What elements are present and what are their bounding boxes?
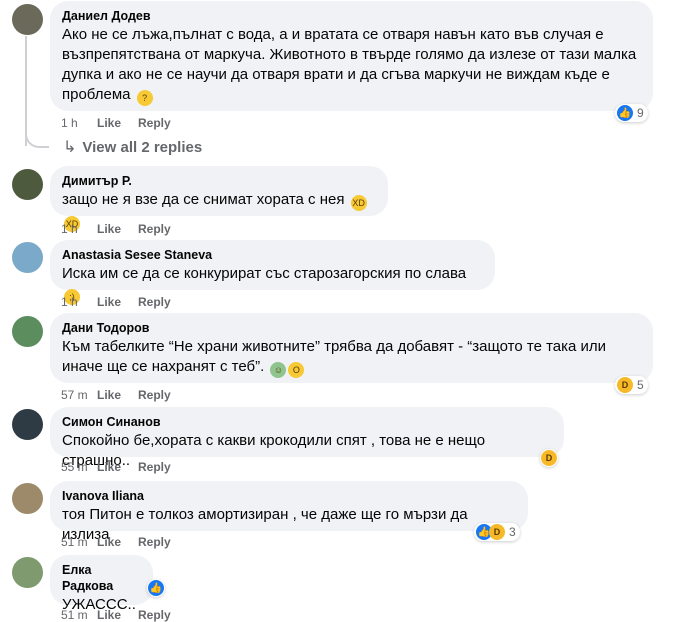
comment-time[interactable]: 1 h — [61, 295, 97, 309]
comment-bubble: Anastasia Sesee Staneva Иска им се да се… — [50, 240, 495, 305]
comment-actions: 1 h Like Reply — [61, 222, 171, 236]
comment-bubble: Даниел Додев Ако не се лъжа,пълнат с вод… — [50, 1, 653, 111]
comment-time[interactable]: 1 h — [61, 222, 97, 236]
reaction-count: 5 — [637, 378, 644, 392]
comment-actions: 1 h Like Reply — [61, 116, 171, 130]
comment-author[interactable]: Ivanova Iliana — [62, 488, 516, 504]
comment-bubble: Ivanova Iliana тоя Питон е толкоз аморти… — [50, 481, 528, 543]
reaction-summary[interactable]: D 5 — [615, 376, 648, 394]
comment-bubble: Димитър Р. защо не я взе да се снимат хо… — [50, 166, 388, 232]
comment-text-content: защо не я взе да се снимат хората с нея — [62, 191, 345, 208]
comment-text-content: Иска им се да се конкурират със старозаг… — [62, 265, 467, 282]
haha-reaction-icon: D — [489, 524, 505, 540]
like-reaction-icon: 👍 — [617, 105, 633, 121]
comment-time[interactable]: 57 m — [61, 388, 97, 402]
comment-author[interactable]: Даниел Додев — [62, 8, 641, 24]
like-button[interactable]: Like — [97, 388, 121, 402]
reply-button[interactable]: Reply — [138, 608, 171, 622]
comment-author[interactable]: Симон Синанов — [62, 414, 552, 430]
like-button[interactable]: Like — [97, 116, 121, 130]
reply-button[interactable]: Reply — [138, 460, 171, 474]
reaction-summary[interactable]: 👍 — [147, 579, 165, 597]
comment-text-content: Към табелките “Не храни животните” трябв… — [62, 338, 607, 375]
comment-actions: 55 m Like Reply — [61, 460, 171, 474]
reply-button[interactable]: Reply — [138, 116, 171, 130]
avatar[interactable] — [12, 169, 43, 200]
reply-button[interactable]: Reply — [138, 388, 171, 402]
reply-thread-curve — [25, 126, 49, 148]
comment-bubble: Елка Радкова УЖАССС.. — [50, 555, 153, 613]
rofl-emoji-icon: XD — [350, 195, 367, 211]
comment-text: Към табелките “Не храни животните” трябв… — [62, 337, 641, 378]
avatar[interactable] — [12, 409, 43, 440]
like-reaction-icon: 👍 — [148, 580, 164, 596]
like-button[interactable]: Like — [97, 535, 121, 549]
reaction-count: 3 — [509, 525, 516, 539]
comment-bubble: Симон Синанов Спокойно бе,хората с какви… — [50, 407, 564, 469]
comment-time[interactable]: 51 m — [61, 535, 97, 549]
view-replies-link[interactable]: ↳ View all 2 replies — [63, 139, 202, 157]
avatar[interactable] — [12, 4, 43, 35]
comment-author[interactable]: Дани Тодоров — [62, 320, 641, 336]
reply-button[interactable]: Reply — [138, 535, 171, 549]
reaction-summary[interactable]: 👍 D 3 — [474, 523, 520, 541]
comment-author[interactable]: Anastasia Sesee Staneva — [62, 247, 483, 263]
comment-time[interactable]: 55 m — [61, 460, 97, 474]
reply-button[interactable]: Reply — [138, 295, 171, 309]
comment-author[interactable]: Елка Радкова — [62, 562, 141, 594]
reply-button[interactable]: Reply — [138, 222, 171, 236]
reply-arrow-icon: ↳ — [63, 139, 77, 156]
haha-reaction-icon: D — [617, 377, 633, 393]
comment-time[interactable]: 51 m — [61, 608, 97, 622]
person-emoji-icon: ☺ — [270, 362, 287, 378]
comment-time[interactable]: 1 h — [61, 116, 97, 130]
avatar[interactable] — [12, 557, 43, 588]
view-replies-label: View all 2 replies — [82, 139, 203, 156]
avatar[interactable] — [12, 483, 43, 514]
like-button[interactable]: Like — [97, 608, 121, 622]
haha-reaction-icon: D — [541, 450, 557, 466]
like-button[interactable]: Like — [97, 295, 121, 309]
comment-author[interactable]: Димитър Р. — [62, 173, 376, 189]
comment-actions: 1 h Like Reply — [61, 295, 171, 309]
scream-emoji-icon: O — [288, 362, 305, 378]
comment-bubble: Дани Тодоров Към табелките “Не храни жив… — [50, 313, 653, 383]
like-button[interactable]: Like — [97, 222, 121, 236]
reaction-summary[interactable]: D — [540, 449, 558, 467]
comment-actions: 51 m Like Reply — [61, 608, 171, 622]
reaction-count: 9 — [637, 106, 644, 120]
comment-actions: 57 m Like Reply — [61, 388, 171, 402]
comment-text: Ако не се лъжа,пълнат с вода, а и вратат… — [62, 25, 641, 106]
thinking-emoji-icon: ? — [136, 90, 153, 106]
avatar[interactable] — [12, 316, 43, 347]
like-button[interactable]: Like — [97, 460, 121, 474]
reaction-summary[interactable]: 👍 9 — [615, 104, 648, 122]
comment-actions: 51 m Like Reply — [61, 535, 171, 549]
avatar[interactable] — [12, 242, 43, 273]
